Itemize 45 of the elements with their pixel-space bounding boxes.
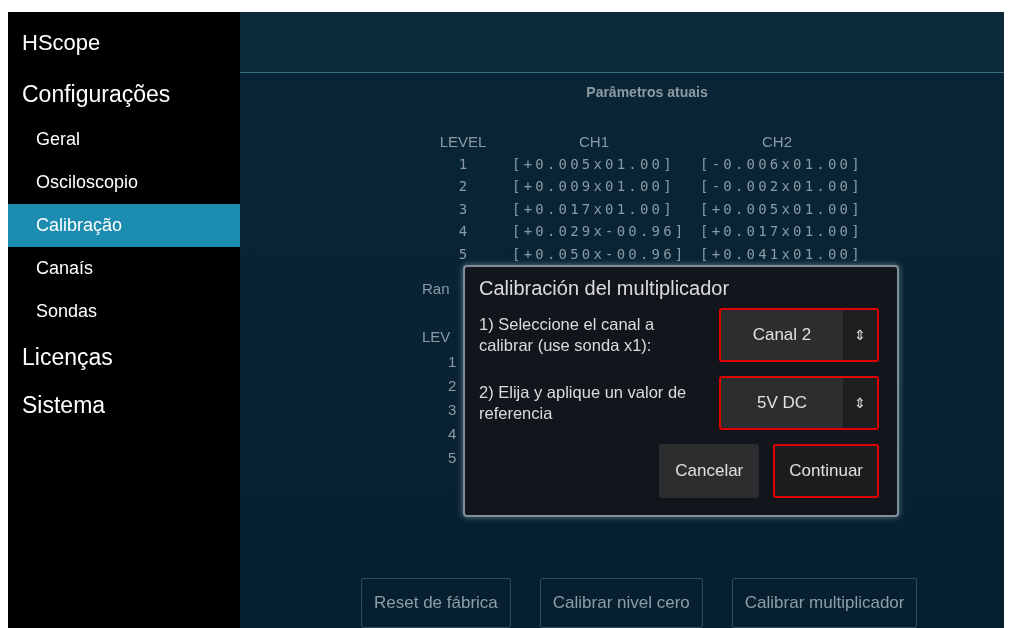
table-cell-text: 1 xyxy=(457,155,469,172)
table-cell-text: [+0.005x01.00] xyxy=(699,200,864,217)
app-title: HScope xyxy=(21,30,102,57)
dropdown[interactable]: Canal 2 ⇕ xyxy=(719,308,879,362)
table-cell-text: [+0.029x-00.96] xyxy=(511,223,688,240)
sidebar-item[interactable]: Canaís xyxy=(8,247,240,290)
column-header: CH1 xyxy=(578,132,610,150)
column-header: CH2 xyxy=(761,132,793,150)
table-cell-text: [+0.009x01.00] xyxy=(511,178,676,195)
action-button[interactable]: Reset de fábrica xyxy=(361,578,511,628)
dialog-button[interactable]: Cancelar xyxy=(659,444,760,498)
section-title: Parâmetros atuais xyxy=(585,84,709,100)
dialog-title: Calibración del multiplicador xyxy=(479,277,731,300)
sidebar-item[interactable]: Sistema xyxy=(8,381,240,429)
table-cell-text: [+0.050x-00.96] xyxy=(511,245,688,262)
table-cell-text: 4 xyxy=(457,223,469,240)
table-cell-text: [+0.041x01.00] xyxy=(699,245,864,262)
dropdown[interactable]: 5V DC ⇕ xyxy=(719,376,879,430)
table-cell-text: [-0.006x01.00] xyxy=(699,155,864,172)
field-label: 1) Seleccione el canal a calibrar (use sonda x1): xyxy=(479,314,656,356)
table-cell-text: 2 xyxy=(457,178,469,195)
field-label: 2) Elija y aplique un valor de referencia xyxy=(479,382,688,424)
table-cell-text: [+0.005x01.00] xyxy=(511,155,676,172)
table-cell-text: [+0.017x01.00] xyxy=(699,223,864,240)
section-title: Ran xyxy=(422,280,450,299)
sidebar-item[interactable]: Calibração xyxy=(8,204,240,247)
dialog-button[interactable]: Continuar xyxy=(773,444,879,498)
table-cell-text: 2 xyxy=(448,376,457,396)
table-cell-text: 3 xyxy=(448,400,457,420)
sidebar-item[interactable]: Osciloscopio xyxy=(8,161,240,204)
action-button[interactable]: Calibrar multiplicador xyxy=(731,578,918,628)
sidebar-item[interactable]: Geral xyxy=(8,118,240,161)
sidebar-item[interactable]: Sondas xyxy=(8,290,240,333)
table-cell-text: [-0.002x01.00] xyxy=(699,178,864,195)
action-button[interactable]: Calibrar nivel cero xyxy=(539,578,703,628)
table-cell-text: 4 xyxy=(448,424,457,444)
column-header: LEVEL xyxy=(438,132,488,150)
table-cell-text: 5 xyxy=(448,448,457,468)
table-cell-text: 1 xyxy=(448,352,457,372)
sidebar-item[interactable]: Configurações xyxy=(8,70,240,118)
table-cell-text: 3 xyxy=(457,200,469,217)
table-cell-text: 5 xyxy=(457,245,469,262)
column-header: LEV xyxy=(422,328,451,347)
sidebar-item[interactable]: Licenças xyxy=(8,333,240,381)
table-cell-text: [+0.017x01.00] xyxy=(511,200,676,217)
